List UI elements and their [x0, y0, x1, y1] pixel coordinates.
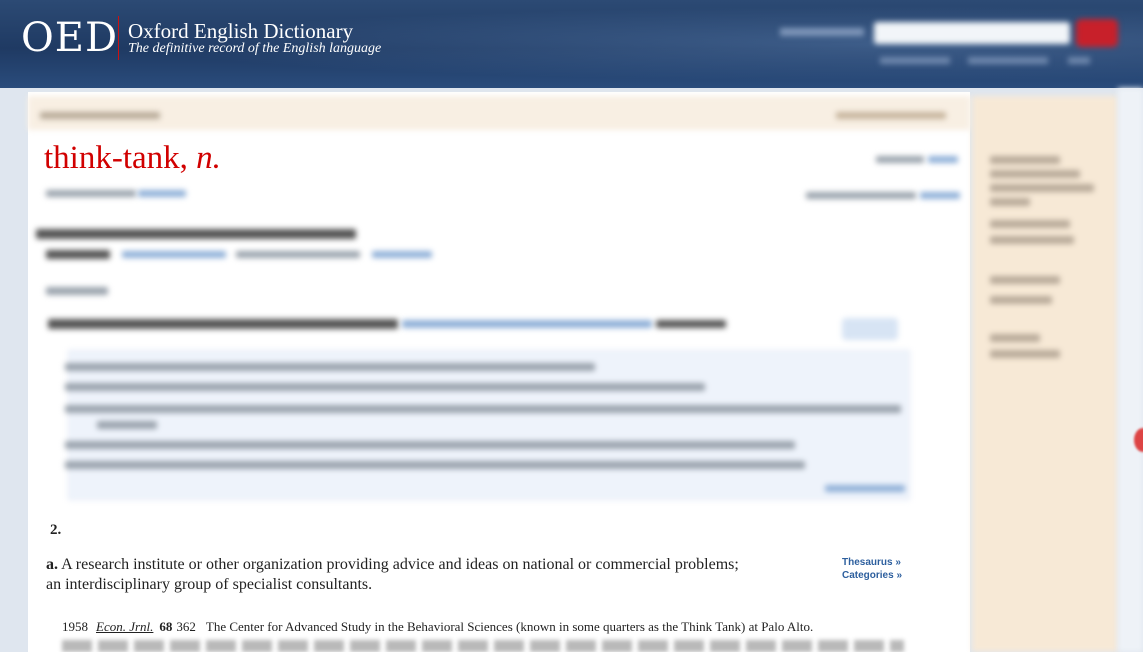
oed-logo[interactable]: OED [21, 14, 118, 62]
sidebar-line[interactable] [990, 334, 1040, 342]
quotation-row [97, 421, 157, 429]
entry-headword: think-tank, n. [44, 140, 221, 177]
etymology-text [236, 251, 360, 258]
quotation-source[interactable]: Econ. Jrnl. [96, 619, 153, 634]
header-link-blurred[interactable] [968, 57, 1048, 64]
header-link-blurred[interactable] [780, 28, 864, 36]
quotation-row [65, 405, 901, 413]
quotation-row: 1958 Econ. Jrnl. 68 362 The Center for Advan… [62, 619, 813, 635]
quotation-row [65, 461, 805, 469]
sense-1-link[interactable] [402, 320, 652, 328]
entry-tool-link[interactable] [876, 156, 924, 163]
pronunciation-row [36, 229, 356, 239]
sense-1-quotations [65, 350, 910, 500]
brand-tagline: The definitive record of the English lan… [128, 41, 382, 56]
thesaurus-link[interactable]: Thesaurus » [842, 557, 901, 568]
sense-1-side-links[interactable] [842, 318, 898, 340]
etymology-link[interactable] [122, 251, 226, 258]
quotation-text: The Center for Advanced Study in the Beh… [205, 619, 814, 634]
entry-toolbar [28, 96, 970, 130]
sense-definition: a. A research institute or other organiz… [46, 555, 746, 595]
definition-text: A research institute or other organizati… [46, 556, 739, 593]
sense-1-definition [656, 320, 726, 328]
sidebar-line[interactable] [990, 296, 1052, 304]
entry-tool-link[interactable] [928, 156, 958, 163]
usage-label [46, 287, 108, 295]
sidebar-line[interactable] [990, 156, 1060, 164]
entry-tool-link[interactable] [920, 192, 960, 199]
quotation-row-faded [62, 640, 904, 652]
search-button[interactable] [1076, 19, 1118, 47]
quotation-page: 362 [176, 619, 196, 634]
header-link-blurred[interactable] [880, 57, 950, 64]
quotation-row [65, 441, 795, 449]
sidebar-line[interactable] [990, 236, 1074, 244]
sidebar-line[interactable] [990, 350, 1060, 358]
page-edge [1118, 88, 1143, 652]
sidebar-line[interactable] [990, 220, 1070, 228]
sidebar-line[interactable] [990, 184, 1094, 192]
entry-tool-link[interactable] [806, 192, 916, 199]
quotation-row [65, 363, 595, 371]
sub-sense-label: a. [46, 556, 58, 573]
search-input[interactable] [874, 22, 1070, 44]
toolbar-actions[interactable] [836, 112, 946, 119]
quotation-volume: 68 [159, 619, 173, 634]
quotation-year: 1958 [62, 619, 88, 634]
sense-number: 2. [50, 522, 62, 538]
entry-meta-link[interactable] [138, 190, 186, 197]
header-link-blurred[interactable] [1068, 57, 1090, 64]
categories-link[interactable]: Categories » [842, 570, 902, 581]
sidebar-line[interactable] [990, 170, 1080, 178]
entry-meta [46, 190, 136, 197]
hide-quotations-link[interactable] [825, 485, 905, 492]
etymology-label [46, 250, 110, 259]
etymology-link[interactable] [372, 251, 432, 258]
sidebar-line[interactable] [990, 276, 1060, 284]
part-of-speech: n. [196, 140, 221, 176]
headword-text: think-tank, [44, 140, 188, 176]
sense-1-definition [48, 319, 398, 329]
quotation-row [65, 383, 705, 391]
logo-divider [118, 16, 119, 60]
right-sidebar [972, 96, 1118, 652]
breadcrumb[interactable] [40, 112, 160, 119]
sidebar-line[interactable] [990, 198, 1030, 206]
